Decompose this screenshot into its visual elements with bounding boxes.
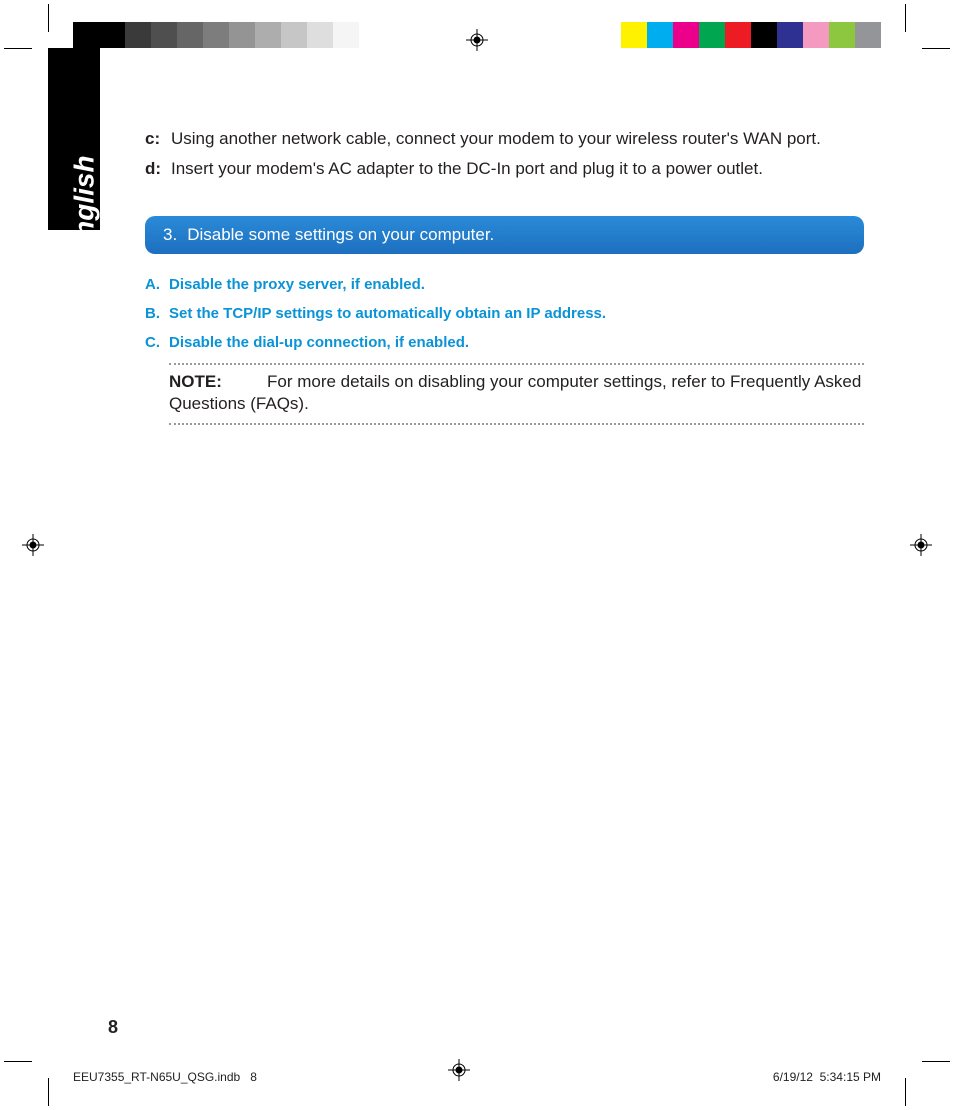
sub-step-letter: B.: [145, 305, 169, 322]
section-number: 3.: [163, 225, 177, 245]
color-swatch: [125, 22, 151, 48]
page-number: 8: [108, 1017, 118, 1038]
dotted-rule: [169, 363, 864, 365]
step-text: Using another network cable, connect you…: [171, 128, 864, 150]
registration-mark-icon: [910, 534, 932, 556]
colorbar-left: [73, 22, 385, 48]
note-block: NOTE:For more details on disabling your …: [169, 371, 864, 415]
crop-mark: [48, 1078, 49, 1106]
color-swatch: [595, 22, 621, 48]
registration-mark-icon: [22, 534, 44, 556]
color-swatch: [333, 22, 359, 48]
step-item-d: d: Insert your modem's AC adapter to the…: [145, 158, 864, 180]
section-title: Disable some settings on your computer.: [187, 225, 494, 245]
footer-page: 8: [250, 1070, 257, 1084]
step-letter: d:: [145, 158, 171, 180]
crop-mark: [48, 4, 49, 32]
crop-mark: [905, 1078, 906, 1106]
sub-step-text: Set the TCP/IP settings to automatically…: [169, 305, 864, 322]
crop-mark: [922, 1061, 950, 1062]
color-swatch: [777, 22, 803, 48]
crop-mark: [4, 1061, 32, 1062]
sub-step-b: B. Set the TCP/IP settings to automatica…: [145, 305, 864, 322]
step-text: Insert your modem's AC adapter to the DC…: [171, 158, 864, 180]
color-swatch: [803, 22, 829, 48]
color-swatch: [151, 22, 177, 48]
color-swatch: [203, 22, 229, 48]
sub-step-a: A. Disable the proxy server, if enabled.: [145, 276, 864, 293]
color-swatch: [699, 22, 725, 48]
color-swatch: [647, 22, 673, 48]
sub-step-text: Disable the dial-up connection, if enabl…: [169, 334, 864, 351]
crop-mark: [922, 48, 950, 49]
color-swatch: [829, 22, 855, 48]
step-letter: c:: [145, 128, 171, 150]
sub-step-letter: A.: [145, 276, 169, 293]
section-heading: 3. Disable some settings on your compute…: [145, 216, 864, 254]
color-swatch: [751, 22, 777, 48]
color-swatch: [359, 22, 385, 48]
color-swatch: [621, 22, 647, 48]
step-list: c: Using another network cable, connect …: [145, 128, 864, 180]
page-content: c: Using another network cable, connect …: [145, 128, 864, 431]
colorbar-right: [595, 22, 881, 48]
note-text: For more details on disabling your compu…: [169, 372, 861, 413]
color-swatch: [229, 22, 255, 48]
registration-mark-icon: [466, 29, 488, 51]
color-swatch: [281, 22, 307, 48]
dotted-rule: [169, 423, 864, 425]
footer-slug: EEU7355_RT-N65U_QSG.indb 8 6/19/12 5:34:…: [73, 1070, 881, 1084]
sub-step-c: C. Disable the dial-up connection, if en…: [145, 334, 864, 351]
footer-file: EEU7355_RT-N65U_QSG.indb: [73, 1070, 240, 1084]
crop-mark: [905, 4, 906, 32]
color-swatch: [725, 22, 751, 48]
step-item-c: c: Using another network cable, connect …: [145, 128, 864, 150]
color-swatch: [99, 22, 125, 48]
color-swatch: [177, 22, 203, 48]
color-swatch: [855, 22, 881, 48]
footer-time: 5:34:15 PM: [820, 1070, 881, 1084]
sub-step-text: Disable the proxy server, if enabled.: [169, 276, 864, 293]
note-label: NOTE:: [169, 371, 267, 393]
language-label: English: [69, 155, 101, 256]
color-swatch: [73, 22, 99, 48]
crop-mark: [4, 48, 32, 49]
color-swatch: [255, 22, 281, 48]
sub-step-letter: C.: [145, 334, 169, 351]
sub-step-list: A. Disable the proxy server, if enabled.…: [145, 276, 864, 351]
footer-date: 6/19/12: [773, 1070, 813, 1084]
color-swatch: [307, 22, 333, 48]
color-swatch: [673, 22, 699, 48]
